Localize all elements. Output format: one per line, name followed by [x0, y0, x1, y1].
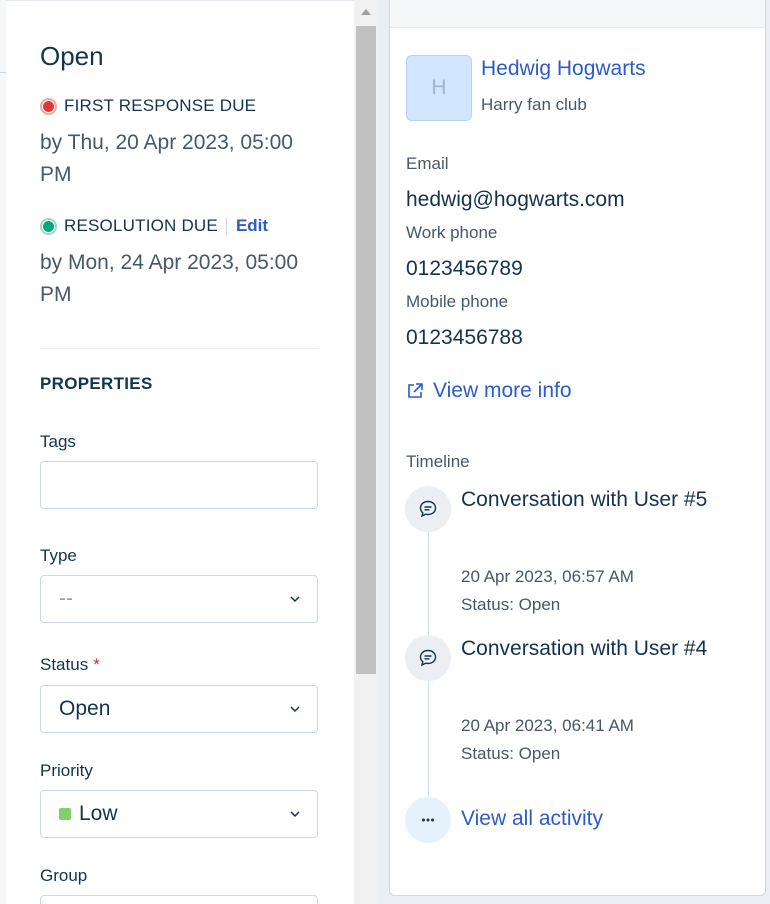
- card-header: [390, 0, 765, 28]
- priority-color-indicator: [59, 808, 71, 820]
- priority-label: Priority: [40, 761, 93, 780]
- timeline-item-title[interactable]: Conversation with User #5: [461, 481, 711, 519]
- email-label: Email: [406, 154, 449, 173]
- status-label: Status *: [40, 655, 100, 675]
- work-phone-value: 0123456789: [406, 257, 523, 280]
- overdue-status-icon: [40, 97, 57, 115]
- properties-heading: PROPERTIES: [40, 374, 153, 393]
- timeline-item-date: 20 Apr 2023, 06:57 AM: [461, 567, 634, 586]
- separator: [225, 217, 227, 235]
- group-label: Group: [40, 866, 88, 885]
- section-divider: [40, 348, 318, 349]
- email-value: hedwig@hogwarts.com: [406, 188, 625, 211]
- timeline-item-status: Status: Open: [461, 595, 561, 614]
- resolution-due-row: RESOLUTION DUE Edit: [40, 216, 268, 236]
- chat-bubble-icon: [419, 649, 437, 667]
- on-track-status-icon: [40, 217, 57, 235]
- conversation-icon: [405, 635, 451, 681]
- resolution-due-date: by Mon, 24 Apr 2023, 05:00 PM: [40, 251, 299, 306]
- chevron-down-icon: [290, 596, 300, 603]
- ticket-status-title: Open: [40, 41, 104, 71]
- type-select[interactable]: --: [40, 575, 318, 623]
- timeline-heading: Timeline: [406, 452, 470, 471]
- contact-details-card: H Hedwig Hogwarts Harry fan club Email h…: [389, 0, 766, 896]
- scrollbar[interactable]: [354, 0, 378, 904]
- resolution-due-label: RESOLUTION DUE: [64, 216, 218, 235]
- contact-name-link[interactable]: Hedwig Hogwarts: [481, 57, 646, 81]
- timeline-item-status: Status: Open: [461, 744, 561, 763]
- status-value: Open: [59, 697, 111, 720]
- timeline-item-date: 20 Apr 2023, 06:41 AM: [461, 716, 634, 735]
- mobile-phone-value: 0123456788: [406, 326, 523, 349]
- tags-label: Tags: [40, 432, 76, 451]
- work-phone-label: Work phone: [406, 223, 498, 242]
- scroll-up-arrow-icon[interactable]: [361, 9, 371, 15]
- chat-bubble-icon: [419, 500, 437, 518]
- external-link-icon: [408, 383, 423, 398]
- priority-select[interactable]: Low: [40, 790, 318, 838]
- more-activity-icon[interactable]: [405, 797, 451, 843]
- priority-value: Low: [79, 802, 118, 825]
- first-response-due-row: FIRST RESPONSE DUE: [40, 96, 256, 116]
- edit-resolution-due-link[interactable]: Edit: [236, 216, 268, 236]
- chevron-down-icon: [290, 811, 300, 818]
- group-select[interactable]: [40, 895, 318, 904]
- chevron-down-icon: [290, 706, 300, 713]
- contact-org: Harry fan club: [481, 95, 587, 114]
- view-more-info-label: View more info: [433, 379, 572, 402]
- contact-avatar: H: [406, 55, 472, 121]
- status-label-text: Status: [40, 655, 89, 674]
- tags-input[interactable]: [40, 461, 318, 509]
- view-all-activity-link[interactable]: View all activity: [461, 807, 603, 831]
- ticket-properties-panel: Open FIRST RESPONSE DUE by Thu, 20 Apr 2…: [6, 0, 354, 904]
- conversation-icon: [405, 486, 451, 532]
- first-response-due-date: by Thu, 20 Apr 2023, 05:00 PM: [40, 131, 293, 186]
- scrollbar-thumb[interactable]: [356, 26, 376, 674]
- view-more-info-link[interactable]: View more info: [406, 379, 572, 403]
- mobile-phone-label: Mobile phone: [406, 292, 509, 311]
- ellipsis-icon: [422, 818, 434, 822]
- required-mark: *: [93, 655, 100, 674]
- type-label: Type: [40, 546, 77, 565]
- first-response-due-label: FIRST RESPONSE DUE: [64, 96, 257, 115]
- type-value: --: [59, 587, 73, 610]
- timeline-item-title[interactable]: Conversation with User #4: [461, 630, 711, 668]
- status-select[interactable]: Open: [40, 685, 318, 733]
